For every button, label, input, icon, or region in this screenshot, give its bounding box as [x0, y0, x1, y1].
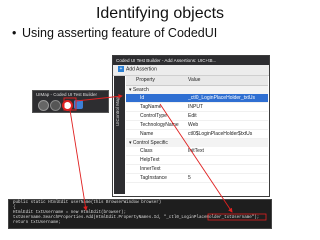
property-row-selected[interactable]: Id _ctl0_LoginPlaceHolder_txtUs — [126, 94, 268, 103]
property-value: _ctl0_LoginPlaceHolder_txtUs — [188, 95, 255, 101]
property-value: ctl0$LoginPlaceHolder$txtUs — [188, 131, 253, 137]
category-control-specific[interactable]: ▾ Control Specific — [126, 139, 268, 147]
property-key: HelpText — [140, 157, 160, 163]
code-line: public static HtmlEdit userName(this Bro… — [13, 201, 162, 205]
toolbar-title: UIMap - Coded UI Test Builder — [36, 92, 97, 97]
pause-icon[interactable] — [50, 100, 61, 111]
property-row[interactable]: Class InitText — [126, 147, 268, 156]
slide-bullet: • Using asserting feature of CodedUI — [12, 26, 217, 40]
code-line: { — [13, 206, 16, 210]
slide-title: Identifying objects — [95, 5, 225, 22]
property-value: Web — [188, 122, 199, 128]
grid-header: Property Value — [126, 76, 268, 86]
property-key: TagName — [140, 104, 162, 110]
property-row[interactable]: ControlType Edit — [126, 112, 268, 121]
property-row[interactable]: TechnologyName Web — [126, 121, 268, 130]
bullet-dot: • — [12, 26, 17, 40]
property-grid: Property Value ▾ Search Id _ctl0_LoginPla… — [126, 76, 268, 183]
arrow-to-code — [69, 109, 88, 211]
property-key: TechnologyName — [140, 122, 179, 128]
property-key: Name — [140, 131, 154, 137]
toolbar-icons — [36, 100, 106, 111]
property-key: ControlType — [140, 113, 167, 119]
target-icon[interactable] — [62, 100, 73, 111]
code-snippet: public static HtmlEdit userName(this Bro… — [8, 199, 272, 229]
property-key: InnerText — [140, 166, 161, 172]
code-line: HtmlEdit txtUsername = new HtmlEdit(brow… — [13, 211, 127, 215]
property-value: InitText — [188, 148, 204, 154]
property-row[interactable]: TagInstance 5 — [126, 174, 268, 183]
property-row[interactable]: HelpText — [126, 156, 268, 165]
plus-icon: + — [118, 66, 124, 72]
generate-icon[interactable] — [74, 100, 83, 109]
window-title: Coded UI Test Builder - Add Assertions: … — [113, 56, 269, 65]
property-row[interactable]: TagName INPUT — [126, 103, 268, 112]
category-search-label: Search — [132, 87, 149, 93]
property-key: TagInstance — [140, 175, 167, 181]
window-toolbar: + Add Assertion — [113, 65, 269, 76]
category-search[interactable]: ▾ Search — [126, 86, 268, 94]
property-key: Class — [140, 148, 153, 154]
code-line: return txtUsername; — [13, 221, 61, 225]
property-row[interactable]: Name ctl0$LoginPlaceHolder$txtUs — [126, 130, 268, 139]
side-tab-label: UIControl Map — [115, 96, 120, 126]
record-icon[interactable] — [38, 100, 49, 111]
property-row[interactable]: InnerText — [126, 165, 268, 174]
column-value: Value — [188, 77, 201, 83]
add-assertions-window: Coded UI Test Builder - Add Assertions: … — [112, 55, 270, 197]
code-line: txtUsername.SearchProperties.Add(HtmlEdi… — [13, 216, 260, 220]
category-control-specific-label: Control Specific — [132, 140, 168, 146]
property-key: Id — [140, 95, 145, 101]
test-builder-toolbar: UIMap - Coded UI Test Builder — [32, 90, 109, 113]
add-assertion-label: Add Assertion — [126, 66, 157, 73]
property-value: INPUT — [188, 104, 203, 110]
property-value: Edit — [188, 113, 197, 119]
add-assertion-button[interactable]: + Add Assertion — [118, 66, 157, 72]
ui-control-map-tab[interactable]: UIControl Map — [114, 76, 125, 194]
bullet-text: Using asserting feature of CodedUI — [22, 26, 218, 40]
column-property: Property — [136, 77, 155, 83]
property-value: 5 — [188, 175, 191, 181]
